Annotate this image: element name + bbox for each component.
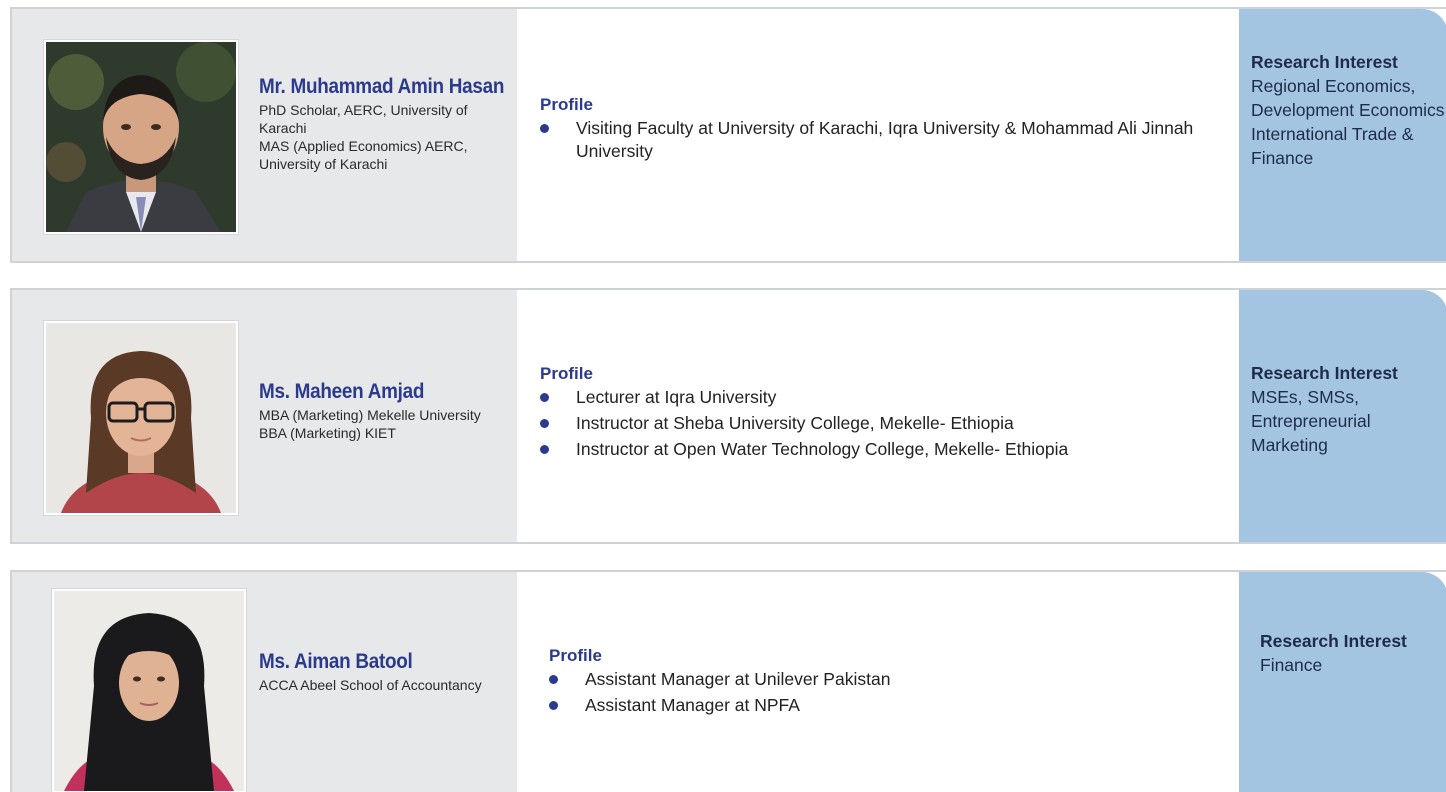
person-info: Mr. Muhammad Amin Hasan PhD Scholar, AER… xyxy=(259,75,514,173)
profile-item: Visiting Faculty at University of Karach… xyxy=(540,117,1230,163)
portrait-photo xyxy=(52,589,246,792)
credential-line: MBA (Marketing) Mekelle University xyxy=(259,407,481,423)
research-text: MSEs, SMSs, Entrepreneurial Marketing xyxy=(1251,387,1371,455)
profile-item-text: Assistant Manager at NPFA xyxy=(585,695,800,715)
identity-panel: Ms. Maheen Amjad MBA (Marketing) Mekelle… xyxy=(12,290,517,542)
portrait-man-image xyxy=(46,42,236,232)
credential-line: PhD Scholar, AERC, University of Karachi xyxy=(259,102,468,136)
person-name: Ms. Maheen Amjad xyxy=(259,380,425,403)
portrait-photo xyxy=(44,321,238,515)
profile-list: Visiting Faculty at University of Karach… xyxy=(540,117,1230,163)
person-info: Ms. Aiman Batool ACCA Abeel School of Ac… xyxy=(259,650,514,694)
bullet-icon xyxy=(549,701,558,710)
faculty-card-3: Ms. Aiman Batool ACCA Abeel School of Ac… xyxy=(10,570,1446,792)
research-panel: Research Interest Regional Economics, De… xyxy=(1239,9,1446,261)
research-block: Research Interest Regional Economics, De… xyxy=(1251,51,1446,170)
profile-item-text: Instructor at Sheba University College, … xyxy=(576,413,1014,433)
person-name: Ms. Aiman Batool xyxy=(259,650,413,673)
profile-item: Instructor at Open Water Technology Coll… xyxy=(540,438,1230,461)
profile-item: Lecturer at Iqra University xyxy=(540,386,1230,409)
portrait-woman-image xyxy=(46,323,236,513)
profile-item-text: Visiting Faculty at University of Karach… xyxy=(576,118,1194,161)
research-block: Research Interest Finance xyxy=(1260,630,1446,677)
research-heading: Research Interest xyxy=(1251,363,1398,383)
profile-item-text: Instructor at Open Water Technology Coll… xyxy=(576,439,1069,459)
profile-list: Assistant Manager at Unilever Pakistan A… xyxy=(549,668,1239,717)
profile-heading: Profile xyxy=(540,95,593,114)
research-heading: Research Interest xyxy=(1251,52,1398,72)
person-credentials: ACCA Abeel School of Accountancy xyxy=(259,677,482,693)
portrait-photo xyxy=(44,40,238,234)
bullet-icon xyxy=(540,124,549,133)
person-credentials: PhD Scholar, AERC, University of Karachi… xyxy=(259,101,514,173)
credential-line: MAS (Applied Economics) AERC, University… xyxy=(259,138,468,172)
bullet-icon xyxy=(540,419,549,428)
profile-block: Profile Lecturer at Iqra University Inst… xyxy=(540,364,1230,464)
research-panel: Research Interest MSEs, SMSs, Entreprene… xyxy=(1239,290,1446,542)
profile-panel: Profile Lecturer at Iqra University Inst… xyxy=(517,290,1239,542)
research-text: Finance xyxy=(1260,655,1323,675)
profile-item-text: Lecturer at Iqra University xyxy=(576,387,777,407)
identity-panel: Ms. Aiman Batool ACCA Abeel School of Ac… xyxy=(12,572,517,792)
faculty-card-1: Mr. Muhammad Amin Hasan PhD Scholar, AER… xyxy=(10,7,1446,263)
credential-line: BBA (Marketing) KIET xyxy=(259,425,396,441)
research-text: Regional Economics, Development Economic… xyxy=(1251,76,1446,168)
identity-panel: Mr. Muhammad Amin Hasan PhD Scholar, AER… xyxy=(12,9,517,261)
research-block: Research Interest MSEs, SMSs, Entreprene… xyxy=(1251,362,1446,457)
profile-panel: Profile Visiting Faculty at University o… xyxy=(517,9,1239,261)
person-name: Mr. Muhammad Amin Hasan xyxy=(259,75,505,98)
profile-block: Profile Visiting Faculty at University o… xyxy=(540,95,1230,166)
faculty-card-2: Ms. Maheen Amjad MBA (Marketing) Mekelle… xyxy=(10,288,1446,544)
bullet-icon xyxy=(540,445,549,454)
portrait-woman-hijab-image xyxy=(54,591,244,791)
profile-list: Lecturer at Iqra University Instructor a… xyxy=(540,386,1230,461)
profile-panel: Profile Assistant Manager at Unilever Pa… xyxy=(517,572,1239,792)
profile-block: Profile Assistant Manager at Unilever Pa… xyxy=(549,646,1239,720)
person-info: Ms. Maheen Amjad MBA (Marketing) Mekelle… xyxy=(259,380,514,442)
profile-item-text: Assistant Manager at Unilever Pakistan xyxy=(585,669,891,689)
bullet-icon xyxy=(549,675,558,684)
research-heading: Research Interest xyxy=(1260,631,1407,651)
profile-item: Instructor at Sheba University College, … xyxy=(540,412,1230,435)
faculty-page: Mr. Muhammad Amin Hasan PhD Scholar, AER… xyxy=(0,0,1446,792)
profile-item: Assistant Manager at Unilever Pakistan xyxy=(549,668,1239,691)
bullet-icon xyxy=(540,393,549,402)
research-panel: Research Interest Finance xyxy=(1239,572,1446,792)
profile-heading: Profile xyxy=(540,364,593,383)
person-credentials: MBA (Marketing) Mekelle University BBA (M… xyxy=(259,406,514,442)
profile-item: Assistant Manager at NPFA xyxy=(549,694,1239,717)
profile-heading: Profile xyxy=(549,646,602,665)
